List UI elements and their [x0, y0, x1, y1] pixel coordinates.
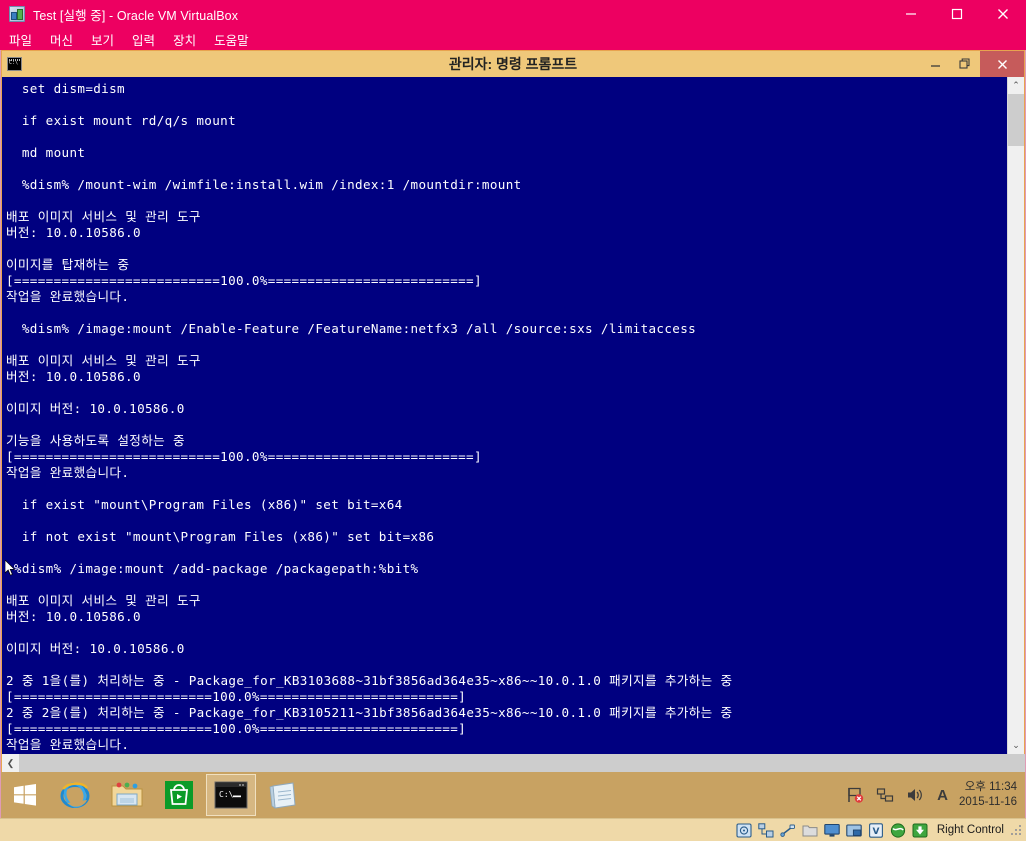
notepad-icon	[269, 782, 296, 809]
virtualbox-menubar: 파일 머신 보기 입력 장치 도움말	[0, 28, 1026, 50]
close-button[interactable]	[980, 0, 1026, 28]
menu-devices[interactable]: 장치	[173, 30, 205, 49]
ime-indicator[interactable]: A	[937, 787, 948, 804]
volume-icon[interactable]	[904, 784, 926, 806]
cmd-restore-button[interactable]	[950, 51, 980, 77]
virtualbox-window-controls	[888, 0, 1026, 28]
command-prompt-titlebar: 관리자: 명령 프롬프트	[2, 51, 1024, 77]
console-horizontal-scrollbar[interactable]: ❮ ❯	[2, 754, 1025, 772]
command-prompt-window: 관리자: 명령 프롬프트	[1, 50, 1025, 773]
command-prompt-window-controls	[920, 51, 1024, 77]
windows-store-icon	[165, 781, 193, 809]
network-icon[interactable]	[874, 784, 896, 806]
command-prompt-icon	[7, 57, 22, 71]
horizontal-scroll-thumb[interactable]	[19, 754, 1025, 772]
usb-icon[interactable]	[779, 822, 797, 838]
taskbar-file-explorer[interactable]	[102, 774, 152, 816]
menu-help[interactable]: 도움말	[214, 30, 258, 49]
resize-grip[interactable]	[1010, 824, 1022, 836]
vertical-scroll-thumb[interactable]	[1008, 94, 1024, 146]
scroll-up-button[interactable]: ⌃	[1008, 77, 1024, 94]
scroll-down-button[interactable]: ⌄	[1008, 737, 1024, 754]
windows-taskbar: C:\ A 오후 11:34 2015-11-16	[1, 772, 1025, 818]
command-prompt-icon: C:\	[214, 781, 248, 809]
host-key-label: Right Control	[936, 824, 1004, 836]
command-prompt-title: 관리자: 명령 프롬프트	[448, 56, 578, 72]
minimize-button[interactable]	[888, 0, 934, 28]
windows-logo-icon	[14, 784, 36, 806]
file-explorer-icon	[111, 782, 143, 807]
virtualbox-window-title: Test [실행 중] - Oracle VM VirtualBox	[33, 8, 239, 23]
menu-machine[interactable]: 머신	[50, 30, 82, 49]
taskbar-command-prompt[interactable]: C:\	[206, 774, 256, 816]
console-output-area[interactable]: set dism=dism if exist mount rd/q/s moun…	[2, 77, 1007, 754]
virtualbox-icon	[9, 6, 25, 22]
menu-file[interactable]: 파일	[9, 30, 41, 49]
scroll-left-button[interactable]: ❮	[2, 754, 19, 772]
hard-disk-icon[interactable]	[735, 822, 753, 838]
taskbar-internet-explorer[interactable]	[50, 774, 100, 816]
command-prompt-body: set dism=dism if exist mount rd/q/s moun…	[2, 77, 1025, 772]
virtualbox-additions-icon[interactable]: V	[867, 822, 885, 838]
menu-view[interactable]: 보기	[91, 30, 123, 49]
virtualbox-window: Test [실행 중] - Oracle VM VirtualBox 파일 머신…	[0, 0, 1026, 841]
console-vertical-scrollbar[interactable]: ⌃ ⌄	[1007, 77, 1024, 754]
system-tray: A 오후 11:34 2015-11-16	[840, 772, 1025, 818]
cmd-close-button[interactable]	[980, 51, 1024, 77]
clock-time: 오후 11:34	[964, 781, 1017, 793]
mouse-cursor	[5, 560, 16, 576]
vertical-scroll-track[interactable]	[1008, 94, 1024, 737]
shared-folder-icon[interactable]	[801, 822, 819, 838]
maximize-button[interactable]	[934, 0, 980, 28]
taskbar-clock[interactable]: 오후 11:34 2015-11-16	[959, 780, 1017, 810]
menu-input[interactable]: 입력	[132, 30, 164, 49]
start-button[interactable]	[1, 772, 49, 818]
svg-text:V: V	[872, 827, 879, 837]
clock-date: 2015-11-16	[959, 796, 1017, 808]
virtualbox-titlebar: Test [실행 중] - Oracle VM VirtualBox	[0, 0, 1026, 28]
guest-screen: 관리자: 명령 프롬프트	[0, 50, 1026, 818]
taskbar-store[interactable]	[154, 774, 204, 816]
network-icon[interactable]	[757, 822, 775, 838]
mouse-integration-icon[interactable]	[889, 822, 907, 838]
internet-explorer-icon	[60, 782, 90, 808]
video-capture-icon[interactable]	[845, 822, 863, 838]
cpu-icon[interactable]	[911, 822, 929, 838]
display-icon[interactable]	[823, 822, 841, 838]
cmd-minimize-button[interactable]	[920, 51, 950, 77]
horizontal-scroll-track[interactable]	[19, 754, 1025, 772]
console-text: set dism=dism if exist mount rd/q/s moun…	[6, 81, 733, 752]
action-center-flag-error-icon[interactable]	[844, 784, 866, 806]
virtualbox-statusbar: V Right Control	[0, 818, 1026, 841]
taskbar-notepad[interactable]	[258, 774, 308, 816]
svg-text:C:\: C:\	[219, 790, 234, 799]
